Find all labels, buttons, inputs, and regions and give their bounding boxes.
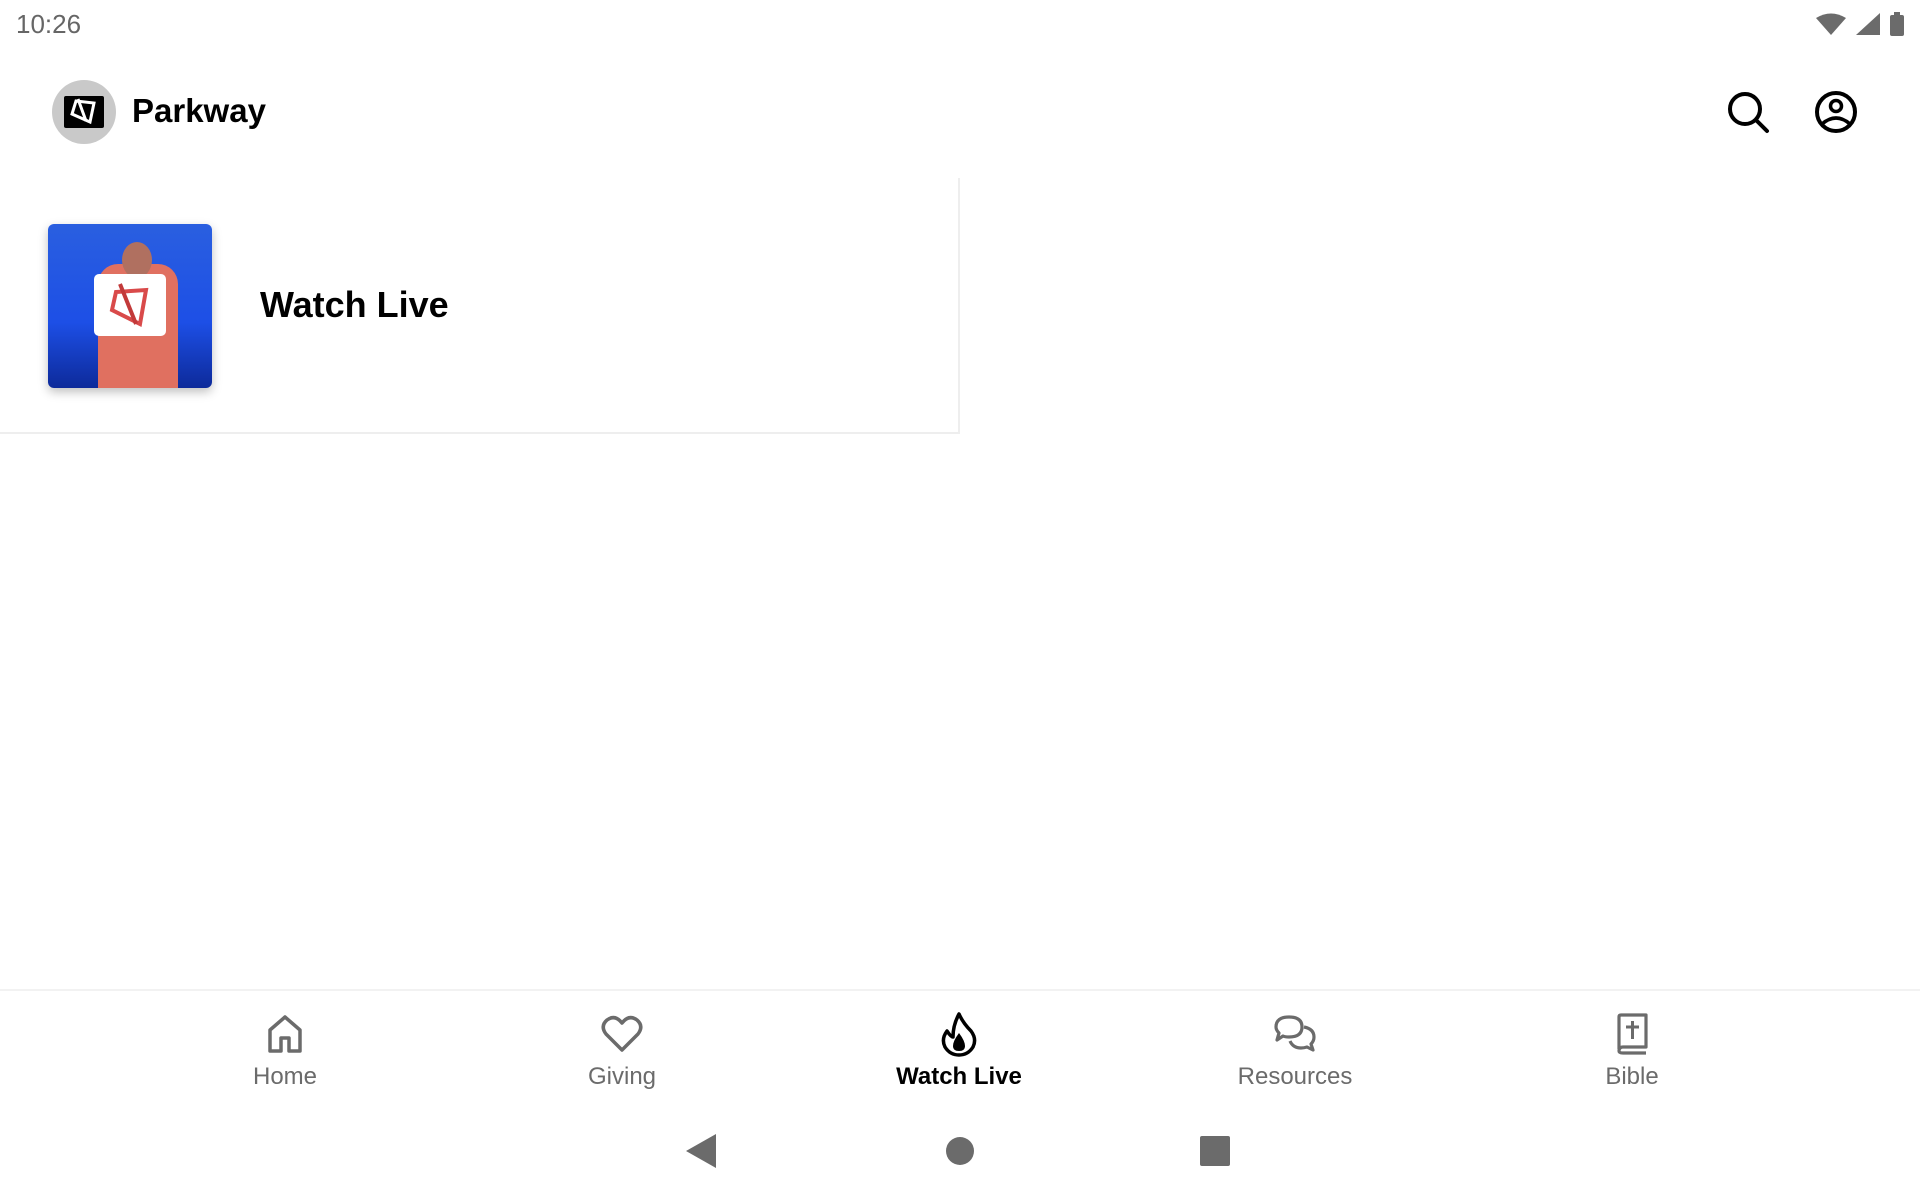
parkway-logo-icon [64, 96, 104, 128]
status-time: 10:26 [16, 9, 82, 39]
app-title: Parkway [132, 92, 266, 129]
nav-label: Home [252, 1063, 318, 1090]
nav-label: Bible [1605, 1063, 1659, 1090]
nav-item-resources[interactable]: Resources [1175, 991, 1415, 1101]
nav-label: Giving [587, 1063, 657, 1090]
watch-live-card[interactable]: Watch Live [0, 178, 960, 434]
search-button[interactable] [1724, 88, 1772, 136]
system-nav-bar [0, 1120, 1920, 1180]
flame-icon [941, 1012, 977, 1057]
battery-icon [1890, 12, 1904, 36]
nav-item-watch-live[interactable]: Watch Live [839, 991, 1079, 1101]
recents-button[interactable] [1200, 1134, 1230, 1168]
signal-icon [1856, 13, 1880, 35]
nav-item-home[interactable]: Home [165, 991, 405, 1101]
parkway-logo [52, 80, 116, 144]
chat-bubbles-icon [1274, 1015, 1316, 1052]
parkway-logo-overlay [94, 274, 166, 336]
account-button[interactable] [1812, 88, 1860, 136]
wifi-icon [1816, 13, 1846, 35]
home-icon [268, 1015, 302, 1053]
status-bar: 10:26 [0, 0, 1920, 50]
nav-item-giving[interactable]: Giving [502, 991, 742, 1101]
card-title: Watch Live [260, 284, 449, 325]
bottom-nav: Home Giving Watch Live Resources Bible [0, 989, 1920, 1111]
home-button[interactable] [945, 1134, 975, 1168]
back-button[interactable] [686, 1134, 716, 1168]
search-icon [1728, 92, 1769, 133]
nav-label: Watch Live [896, 1063, 1022, 1090]
watch-live-thumbnail [48, 224, 212, 388]
nav-item-bible[interactable]: Bible [1512, 991, 1752, 1101]
account-icon [1815, 91, 1857, 133]
nav-label: Resources [1237, 1063, 1353, 1090]
app-bar: Parkway [0, 70, 1920, 155]
bible-icon [1617, 1013, 1648, 1055]
heart-icon [601, 1015, 643, 1052]
